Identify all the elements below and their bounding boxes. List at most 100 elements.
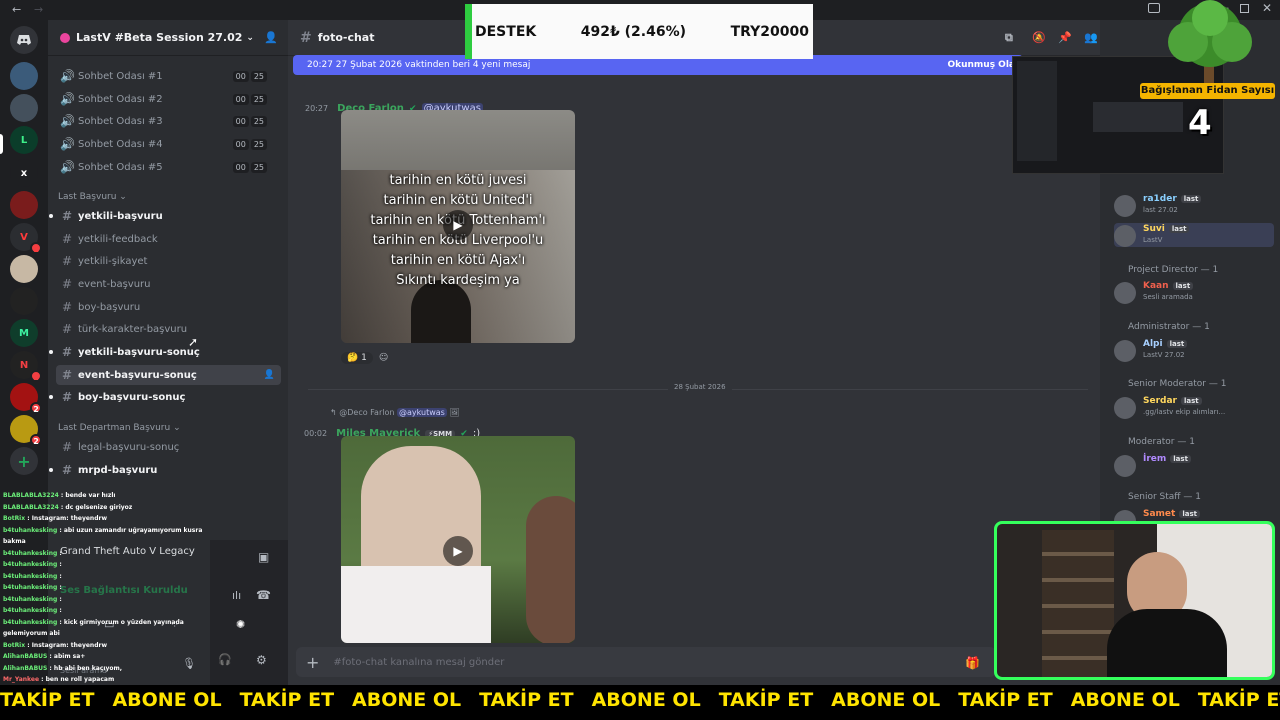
add-reaction-icon[interactable]: ☺ xyxy=(379,353,388,363)
mark-as-read-button[interactable]: Okunmuş Ola xyxy=(947,60,1015,70)
chat-user: Mr_Yankee xyxy=(3,676,40,683)
text-channel[interactable]: # yetkili-başvuru-sonuç xyxy=(49,342,281,362)
hash-icon: # xyxy=(61,440,73,454)
member-name: Serdar xyxy=(1143,396,1177,406)
member-list-icon[interactable]: 👥 xyxy=(1084,31,1098,44)
voice-channel[interactable]: 🔊 Sohbet Odası #5 00 25 xyxy=(56,157,281,177)
text-channel[interactable]: # legal-başvuru-sonuç xyxy=(56,437,281,457)
reaction-thinking[interactable]: 🤔 1 xyxy=(341,352,373,364)
member-item[interactable]: Serdar last .gg/lastv ekip alımları... xyxy=(1114,395,1274,419)
user-count: 00 xyxy=(232,93,249,105)
add-member-icon[interactable]: 👤 xyxy=(264,31,278,44)
server-icon-7[interactable]: M xyxy=(10,319,38,347)
chat-user: AlihanBABUS xyxy=(3,664,48,672)
voice-channel[interactable]: 🔊 Sohbet Odası #4 00 25 xyxy=(56,134,281,154)
banner-text: TAKİP ET xyxy=(479,689,574,711)
text-channel[interactable]: # yetkili-feedback xyxy=(56,229,281,249)
chat-user: b4tuhankesking xyxy=(3,526,58,534)
mute-bell-icon[interactable]: 🔕 xyxy=(1032,31,1046,44)
server-header[interactable]: LastV #Beta Session 27.02 ⌄ 👤 xyxy=(48,20,288,56)
channel-label: Sohbet Odası #2 xyxy=(78,93,163,105)
category-basvuru[interactable]: Last Başvuru ⌄ xyxy=(58,192,127,202)
gift-icon[interactable]: 🎁 xyxy=(965,656,980,670)
hash-icon: # xyxy=(61,322,73,336)
invite-icon[interactable]: 👤 xyxy=(264,370,275,380)
hash-icon: # xyxy=(61,254,73,268)
channel-label: legal-başvuru-sonuç xyxy=(78,441,180,453)
server-icon-3[interactable] xyxy=(10,191,38,219)
image-icon: 🖼 xyxy=(449,408,460,417)
server-icon-6[interactable] xyxy=(10,287,38,315)
channel-label: Sohbet Odası #1 xyxy=(78,70,163,82)
server-icon-9[interactable]: 2 xyxy=(10,383,42,414)
server-icon-2[interactable] xyxy=(10,94,38,122)
member-name: ra1der xyxy=(1143,194,1177,204)
category-label: Last Departman Başvuru xyxy=(58,423,171,433)
chat-main: # foto-chat ⧉ 🔕 📌 👥 20:27 27 Şubat 2026 … xyxy=(288,20,1100,685)
hash-icon: # xyxy=(61,463,73,477)
role-header: Senior Staff — 1 xyxy=(1128,492,1201,502)
settings-gear-icon[interactable]: ⚙ xyxy=(256,653,267,667)
server-icon-lastv[interactable]: L xyxy=(10,126,38,154)
play-icon[interactable]: ▶ xyxy=(443,536,473,566)
ticker-goal: TRY20000 xyxy=(730,23,809,40)
member-status: Sesli aramada xyxy=(1143,293,1193,301)
member-item[interactable]: ra1der last last 27.02 xyxy=(1114,193,1274,217)
chat-line: BotRix : Instagram: theyendrw xyxy=(3,640,210,652)
server-icon-x[interactable]: x xyxy=(10,159,38,187)
text-channel-active[interactable]: # event-başvuru-sonuç 👤 xyxy=(56,365,281,385)
text-channel[interactable]: # türk-karakter-başvuru xyxy=(56,319,281,339)
text-channel[interactable]: # mrpd-başvuru xyxy=(49,460,281,480)
chevron-down-icon: ⌄ xyxy=(246,32,254,43)
avatar xyxy=(1114,340,1136,362)
hash-icon: # xyxy=(61,368,73,382)
server-icon-8[interactable]: N2 xyxy=(10,351,42,382)
chat-line: b4tuhankesking : xyxy=(3,582,210,594)
webcam-feed xyxy=(994,521,1275,680)
chat-user: BotRix xyxy=(3,515,26,522)
add-server-icon[interactable]: + xyxy=(10,447,38,475)
forward-arrow-icon[interactable]: → xyxy=(34,3,43,16)
voice-channel[interactable]: 🔊 Sohbet Odası #2 00 25 xyxy=(56,89,281,109)
channel-label: Sohbet Odası #3 xyxy=(78,115,163,127)
sapling-count: 4 xyxy=(1188,103,1212,143)
text-channel[interactable]: # boy-başvuru-sonuç xyxy=(49,387,281,407)
chat-user: AlihanBABUS xyxy=(3,653,48,660)
direct-messages-icon[interactable] xyxy=(10,26,38,54)
pin-icon[interactable]: 📌 xyxy=(1058,31,1072,44)
chat-line: BotRix : Instagram: theyendrw xyxy=(3,513,210,525)
screen-share-icon[interactable]: ▣ xyxy=(258,550,269,564)
reply-arrow-icon: ↰ xyxy=(330,408,337,417)
video-attachment[interactable]: ▶ xyxy=(341,436,575,643)
text-channel[interactable]: # yetkili-başvuru xyxy=(49,206,281,226)
activity-icon[interactable]: ✺ xyxy=(236,618,245,631)
member-item[interactable]: İrem last xyxy=(1114,453,1274,477)
category-departman[interactable]: Last Departman Başvuru ⌄ xyxy=(58,423,181,433)
reply-reference[interactable]: ↰ @Deco Farlon @aykutwas 🖼 xyxy=(330,408,460,417)
headphones-icon[interactable]: 🎧 xyxy=(218,653,232,666)
threads-icon[interactable]: ⧉ xyxy=(1005,31,1013,45)
disconnect-icon[interactable]: ☎ xyxy=(256,588,271,602)
text-channel[interactable]: # yetkili-şikayet xyxy=(56,251,281,271)
server-icon-1[interactable] xyxy=(10,62,38,90)
soundboard-icon[interactable]: ılı xyxy=(232,589,241,602)
back-arrow-icon[interactable]: ← xyxy=(12,3,21,16)
member-item[interactable]: Suvi last LastV xyxy=(1114,223,1274,247)
voice-channel[interactable]: 🔊 Sohbet Odası #3 00 25 xyxy=(56,111,281,131)
server-icon-10[interactable]: 2 xyxy=(10,415,42,446)
member-item[interactable]: Kaan last Sesli aramada xyxy=(1114,280,1274,304)
voice-channel[interactable]: 🔊 Sohbet Odası #1 00 25 xyxy=(56,66,281,86)
donation-ticker: DESTEK 492₺ (2.46%) TRY20000 xyxy=(465,4,813,59)
add-attachment-icon[interactable]: + xyxy=(306,653,319,672)
chat-line: BLABLABLA3224 : dc gelsenize giriyoz xyxy=(3,502,210,514)
video-attachment[interactable]: tarihin en kötü juvesi tarihin en kötü Un… xyxy=(341,110,575,343)
play-icon[interactable]: ▶ xyxy=(443,210,473,240)
message-composer[interactable]: + #foto-chat kanalına mesaj gönder xyxy=(296,647,996,677)
member-item[interactable]: Alpi last LastV 27.02 xyxy=(1114,338,1274,362)
server-icon-5[interactable] xyxy=(10,255,38,283)
chat-line: BLABLABLA3224 : bende var hızlı xyxy=(3,490,210,502)
text-channel[interactable]: # boy-başvuru xyxy=(56,297,281,317)
text-channel[interactable]: # event-başvuru xyxy=(56,274,281,294)
server-icon-4[interactable]: V1 xyxy=(10,223,42,254)
member-tag: last xyxy=(1172,282,1194,290)
